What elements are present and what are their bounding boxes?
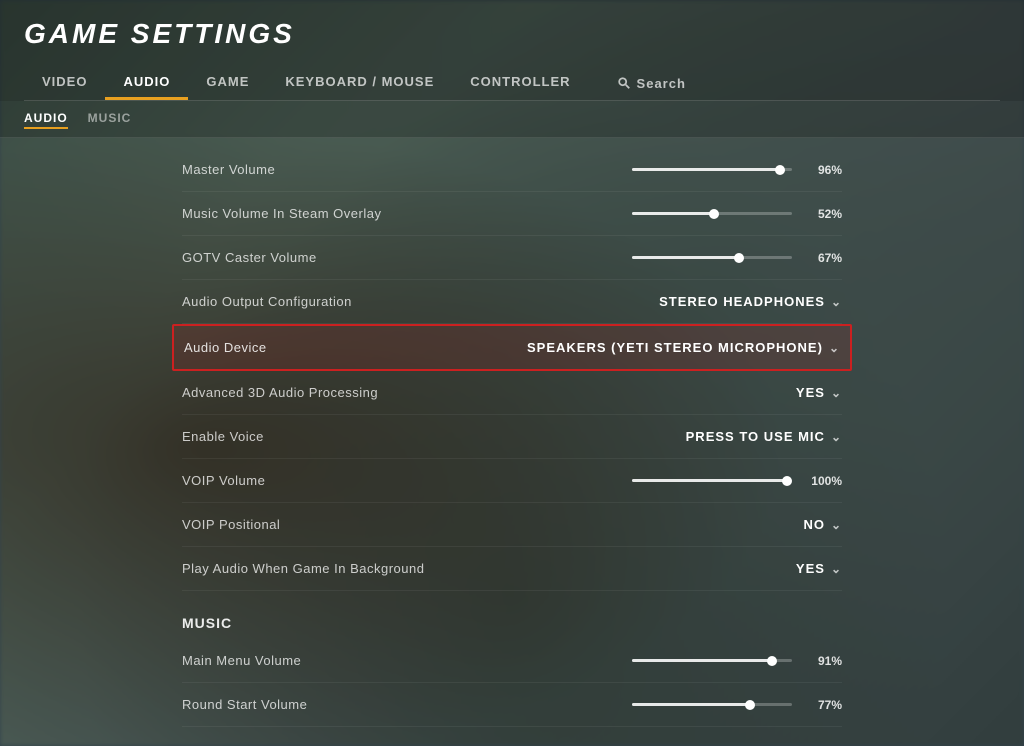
page-title: GAME SETTINGS	[24, 18, 1000, 50]
nav-tabs: Video Audio Game Keyboard / Mouse Contro…	[24, 66, 1000, 101]
setting-main-menu-volume: Main Menu Volume 91%	[182, 639, 842, 683]
master-volume-thumb	[775, 165, 785, 175]
audio-device-dropdown[interactable]: SPEAKERS (YETI STEREO MICROPHONE) ⌄	[527, 340, 840, 355]
play-audio-background-dropdown[interactable]: YES ⌄	[796, 561, 842, 576]
setting-audio-output: Audio Output Configuration STEREO HEADPH…	[182, 280, 842, 324]
tab-audio[interactable]: Audio	[105, 66, 188, 100]
settings-area: Master Volume 96% Music Volume In Steam …	[0, 138, 1024, 746]
audio-device-chevron: ⌄	[829, 341, 840, 355]
voip-positional-value: NO	[803, 517, 825, 532]
setting-play-audio-background-label: Play Audio When Game In Background	[182, 561, 424, 576]
subtab-audio[interactable]: Audio	[24, 109, 68, 129]
setting-3d-audio: Advanced 3D Audio Processing YES ⌄	[182, 371, 842, 415]
setting-enable-voice-label: Enable Voice	[182, 429, 264, 444]
main-menu-volume-thumb	[767, 656, 777, 666]
enable-voice-value: PRESS TO USE MIC	[686, 429, 825, 444]
search-icon	[617, 76, 631, 90]
subtab-music[interactable]: Music	[88, 109, 132, 129]
setting-voip-positional: VOIP Positional NO ⌄	[182, 503, 842, 547]
setting-voip-volume-control[interactable]: 100%	[632, 474, 842, 488]
setting-music-volume-steam-control[interactable]: 52%	[632, 207, 842, 221]
master-volume-fill	[632, 168, 780, 171]
music-volume-steam-value: 52%	[804, 207, 842, 221]
setting-gotv-caster-control[interactable]: 67%	[632, 251, 842, 265]
voip-positional-chevron: ⌄	[831, 518, 842, 532]
gotv-caster-track[interactable]	[632, 256, 792, 259]
voip-volume-value: 100%	[804, 474, 842, 488]
settings-list: Master Volume 96% Music Volume In Steam …	[162, 138, 862, 737]
master-volume-track[interactable]	[632, 168, 792, 171]
play-audio-background-chevron: ⌄	[831, 562, 842, 576]
round-start-volume-fill	[632, 703, 750, 706]
setting-master-volume-control[interactable]: 96%	[632, 163, 842, 177]
music-volume-steam-fill	[632, 212, 714, 215]
main-menu-volume-value: 91%	[804, 654, 842, 668]
voip-positional-dropdown[interactable]: NO ⌄	[803, 517, 842, 532]
setting-round-start-volume-control[interactable]: 77%	[632, 698, 842, 712]
setting-gotv-caster-label: GOTV Caster Volume	[182, 250, 317, 265]
main-menu-volume-fill	[632, 659, 772, 662]
voip-volume-fill	[632, 479, 787, 482]
voip-volume-thumb	[782, 476, 792, 486]
setting-main-menu-volume-control[interactable]: 91%	[632, 654, 842, 668]
audio-output-chevron: ⌄	[831, 295, 842, 309]
tab-game[interactable]: Game	[188, 66, 267, 100]
3d-audio-chevron: ⌄	[831, 386, 842, 400]
music-volume-steam-track[interactable]	[632, 212, 792, 215]
enable-voice-dropdown[interactable]: PRESS TO USE MIC ⌄	[686, 429, 842, 444]
play-audio-background-value: YES	[796, 561, 825, 576]
setting-master-volume: Master Volume 96%	[182, 148, 842, 192]
setting-music-volume-steam-label: Music Volume In Steam Overlay	[182, 206, 381, 221]
search-label: Search	[637, 76, 686, 91]
setting-audio-output-label: Audio Output Configuration	[182, 294, 352, 309]
setting-gotv-caster: GOTV Caster Volume 67%	[182, 236, 842, 280]
setting-main-menu-volume-label: Main Menu Volume	[182, 653, 301, 668]
master-volume-value: 96%	[804, 163, 842, 177]
audio-output-dropdown[interactable]: STEREO HEADPHONES ⌄	[659, 294, 842, 309]
setting-voip-volume: VOIP Volume 100%	[182, 459, 842, 503]
round-start-volume-thumb	[745, 700, 755, 710]
gotv-caster-thumb	[734, 253, 744, 263]
search-button[interactable]: Search	[599, 68, 704, 99]
tab-video[interactable]: Video	[24, 66, 105, 100]
tab-keyboard-mouse[interactable]: Keyboard / Mouse	[267, 66, 452, 100]
setting-audio-device: Audio Device SPEAKERS (YETI STEREO MICRO…	[172, 324, 852, 371]
audio-output-value: STEREO HEADPHONES	[659, 294, 825, 309]
sub-tabs: Audio Music	[0, 101, 1024, 138]
app-content: GAME SETTINGS Video Audio Game Keyboard …	[0, 0, 1024, 746]
setting-voip-positional-label: VOIP Positional	[182, 517, 280, 532]
round-start-volume-value: 77%	[804, 698, 842, 712]
setting-play-audio-background: Play Audio When Game In Background YES ⌄	[182, 547, 842, 591]
voip-volume-track[interactable]	[632, 479, 792, 482]
setting-audio-device-label: Audio Device	[184, 340, 267, 355]
setting-music-volume-steam: Music Volume In Steam Overlay 52%	[182, 192, 842, 236]
3d-audio-dropdown[interactable]: YES ⌄	[796, 385, 842, 400]
setting-enable-voice: Enable Voice PRESS TO USE MIC ⌄	[182, 415, 842, 459]
enable-voice-chevron: ⌄	[831, 430, 842, 444]
tab-controller[interactable]: Controller	[452, 66, 588, 100]
gotv-caster-fill	[632, 256, 739, 259]
3d-audio-value: YES	[796, 385, 825, 400]
audio-device-value: SPEAKERS (YETI STEREO MICROPHONE)	[527, 340, 823, 355]
music-section-header: Music	[182, 591, 842, 639]
header: GAME SETTINGS Video Audio Game Keyboard …	[0, 0, 1024, 101]
setting-voip-volume-label: VOIP Volume	[182, 473, 265, 488]
music-volume-steam-thumb	[709, 209, 719, 219]
setting-round-start-volume: Round Start Volume 77%	[182, 683, 842, 727]
main-menu-volume-track[interactable]	[632, 659, 792, 662]
setting-round-start-volume-label: Round Start Volume	[182, 697, 307, 712]
gotv-caster-value: 67%	[804, 251, 842, 265]
setting-3d-audio-label: Advanced 3D Audio Processing	[182, 385, 378, 400]
setting-master-volume-label: Master Volume	[182, 162, 275, 177]
round-start-volume-track[interactable]	[632, 703, 792, 706]
